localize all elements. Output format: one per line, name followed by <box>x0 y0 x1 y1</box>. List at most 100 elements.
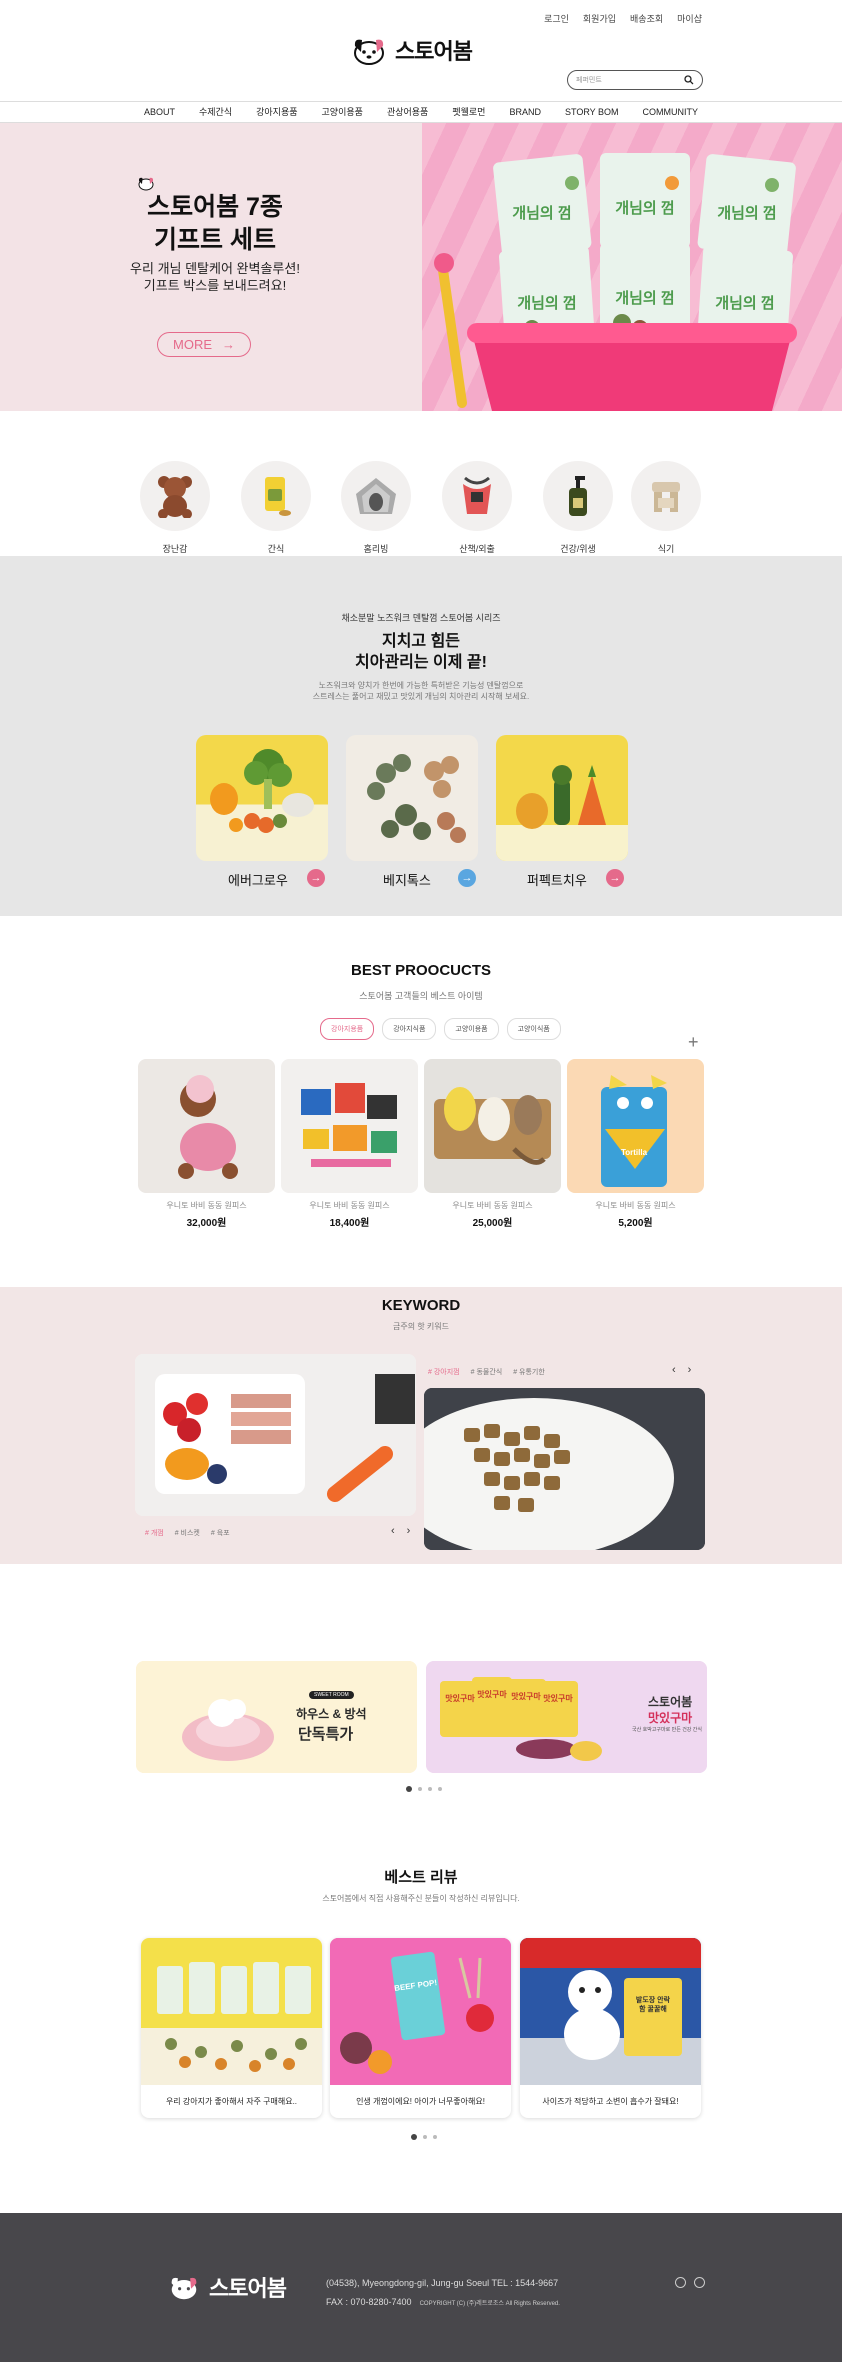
hero-banner[interactable]: 스토어봄 7종 기프트 세트 우리 개님 덴탈케어 완벽솔루션! 기프트 박스를… <box>0 123 842 411</box>
tab-cat-goods[interactable]: 고양이용품 <box>444 1018 499 1040</box>
category-health[interactable]: 건강/위생 <box>543 461 613 555</box>
nav-item-handmade-snacks[interactable]: 수제간식 <box>187 102 244 122</box>
category-snacks[interactable]: 간식 <box>241 461 311 555</box>
chevron-right-icon[interactable]: › <box>688 1364 692 1376</box>
banner-tag: SWEET ROOM <box>309 1691 354 1699</box>
hero-product-image: 개님의 껌 개님의 껌 개님의 껌 개님의 껌 개님의 껌 개님의 껌 <box>422 123 842 411</box>
category-dishes[interactable]: 식기 <box>631 461 701 555</box>
product-name: 우니토 바비 동동 원피스 <box>309 1201 390 1210</box>
promo-banner-sweet-potato[interactable]: 맛있구마 맛있구마 맛있구마 맛있구마 스토어봄 맛있구마 국산 호박고구마로 … <box>426 1661 707 1773</box>
gum-pack-label: 개님의 껌 <box>517 294 576 312</box>
arrow-right-icon[interactable]: → <box>307 869 325 887</box>
pack-label: 맛있구마 <box>477 1689 507 1699</box>
review-card[interactable]: 발도장 안락함 꿀꿀해 사이즈가 적당하고 소변이 흡수가 잘돼요! <box>520 1938 701 2118</box>
keyword-right-arrows: ‹ › <box>672 1364 691 1376</box>
keyword-tab[interactable]: # 유통기한 <box>513 1367 545 1377</box>
chevron-left-icon[interactable]: ‹ <box>672 1364 676 1376</box>
category-label: 식기 <box>657 544 675 554</box>
nav-item-story[interactable]: STORY BOM <box>553 102 631 122</box>
search-placeholder: 페퍼민트 <box>576 77 602 84</box>
product-image: Tortilla <box>567 1059 704 1193</box>
dental-title-line1: 지치고 힘든 <box>381 633 461 650</box>
pagination-dot[interactable] <box>406 1786 412 1792</box>
chevron-right-icon[interactable]: › <box>407 1525 411 1537</box>
pack-label: 맛있구마 <box>543 1693 573 1703</box>
category-home-living[interactable]: 홈리빙 <box>341 461 411 555</box>
more-plus-icon[interactable]: + <box>688 1032 699 1053</box>
tab-cat-food[interactable]: 고양이식품 <box>506 1018 561 1040</box>
arrow-right-icon[interactable]: → <box>606 869 624 887</box>
instagram-icon[interactable] <box>694 2277 705 2288</box>
product-card[interactable]: 우니토 바비 동동 원피스 32,000원 <box>138 1059 275 1229</box>
keyword-tab[interactable]: # 강아지껌 <box>428 1367 460 1377</box>
search-input[interactable]: 페퍼민트 <box>567 70 703 90</box>
search-icon[interactable] <box>684 75 694 85</box>
nav-item-cat-goods[interactable]: 고양이용품 <box>310 102 375 122</box>
product-card[interactable]: 우니토 바비 동동 원피스 25,000원 <box>424 1059 561 1229</box>
keyword-tab[interactable]: # 비스켓 <box>175 1528 200 1538</box>
pagination-dot[interactable] <box>433 2135 437 2139</box>
product-card[interactable]: Tortilla 우니토 바비 동동 원피스 5,200원 <box>567 1059 704 1229</box>
best-products-title: BEST PROOCUCTS <box>350 962 491 979</box>
dental-card-evergrow[interactable] <box>196 735 328 861</box>
login-link[interactable]: 로그인 <box>544 12 569 25</box>
dental-desc: 노즈워크와 양치가 한번에 가능한 특허받은 기능성 덴탈껌으로 스트레스는 풀… <box>0 680 842 702</box>
order-tracking-link[interactable]: 배송조회 <box>630 12 663 25</box>
review-card[interactable]: BEEF POP! 인생 개껌이에요! 아이가 너무좋아해요! <box>330 1938 511 2118</box>
nav-item-dog-goods[interactable]: 강아지용품 <box>244 102 309 122</box>
dog-badge-icon <box>138 177 154 191</box>
dental-desc-line2: 스트레스는 풀어고 재밌고 맛있게 개님의 치아관리 시작해 보세요. <box>312 692 530 701</box>
review-pagination <box>411 2134 437 2140</box>
signup-link[interactable]: 회원가입 <box>583 12 616 25</box>
pagination-dot[interactable] <box>438 1787 442 1791</box>
tab-dog-goods[interactable]: 강아지용품 <box>320 1018 375 1040</box>
footer-address: (04538), Myeongdong-gil, Jung-gu Soeul T… <box>326 2278 559 2288</box>
chevron-left-icon[interactable]: ‹ <box>391 1525 395 1537</box>
pack-label: 맛있구마 <box>445 1693 475 1703</box>
dental-card-perfect[interactable] <box>496 735 628 861</box>
pagination-dot[interactable] <box>428 1787 432 1791</box>
keyword-image-right[interactable] <box>424 1388 705 1550</box>
nav-item-community[interactable]: COMMUNITY <box>631 102 711 122</box>
product-image <box>138 1059 275 1193</box>
review-text: 인생 개껌이에요! 아이가 너무좋아해요! <box>356 2097 485 2106</box>
product-name: 우니토 바비 동동 원피스 <box>452 1201 533 1210</box>
arrow-right-icon[interactable]: → <box>458 869 476 887</box>
arrow-right-icon: → <box>222 337 235 352</box>
keyword-image-left[interactable] <box>135 1354 416 1516</box>
product-price: 25,000원 <box>472 1218 513 1229</box>
review-card[interactable]: 우리 강아지가 좋아해서 자주 구매해요.. <box>141 1938 322 2118</box>
top-links: 로그인 회원가입 배송조회 마이샵 <box>544 12 702 25</box>
hero-title-line1: 스토어봄 7종 <box>147 193 283 221</box>
category-walk[interactable]: 산책/외출 <box>442 461 512 555</box>
hero-title-line2: 기프트 세트 <box>154 226 276 254</box>
dental-label-vegitox[interactable]: 베지톡스 <box>383 870 431 889</box>
nav-item-fish-goods[interactable]: 관상어용품 <box>375 102 440 122</box>
nav-item-about[interactable]: ABOUT <box>132 102 187 122</box>
keyword-tab[interactable]: # 동물간식 <box>471 1367 503 1377</box>
best-tabs: 강아지용품 강아지식품 고양이용품 고양이식품 <box>320 1018 561 1040</box>
blog-icon[interactable] <box>675 2277 686 2288</box>
pagination-dot[interactable] <box>418 1787 422 1791</box>
dental-card-vegitox[interactable] <box>346 735 478 861</box>
nav-item-brand[interactable]: BRAND <box>497 102 553 122</box>
gift-basket-illustration: 개님의 껌 개님의 껌 개님의 껌 개님의 껌 개님의 껌 개님의 껌 <box>434 153 797 411</box>
promo-banner-house[interactable]: SWEET ROOM 하우스 & 방석 단독특가 <box>136 1661 417 1773</box>
category-toys[interactable]: 장난감 <box>140 461 210 555</box>
footer-logo[interactable]: 스토어봄 <box>168 2271 287 2303</box>
banner-right-desc: 국산 호박고구마로 만든 건강 간식 <box>632 1727 702 1733</box>
pagination-dot[interactable] <box>423 2135 427 2139</box>
dental-kicker: 채소분말 노즈워크 덴탈껌 스토어봄 시리즈 <box>341 613 501 623</box>
keyword-tab[interactable]: # 육포 <box>211 1528 230 1538</box>
hero-more-button[interactable]: MORE → <box>157 332 251 357</box>
mypage-link[interactable]: 마이샵 <box>677 12 702 25</box>
dental-label-perfect[interactable]: 퍼펙트치우 <box>527 870 587 889</box>
nav-item-pet-wellness[interactable]: 펫웰로먼 <box>440 102 497 122</box>
dental-label-evergrow[interactable]: 에버그로우 <box>228 870 288 889</box>
pagination-dot[interactable] <box>411 2134 417 2140</box>
keyword-tab[interactable]: # 개껌 <box>145 1528 164 1538</box>
logo[interactable]: 스토어봄 <box>351 34 473 66</box>
reviews-subtitle: 스토어봄에서 직접 사용해주신 분들이 작성하신 리뷰입니다. <box>322 1894 520 1903</box>
tab-dog-food[interactable]: 강아지식품 <box>382 1018 437 1040</box>
product-card[interactable]: 우니토 바비 동동 원피스 18,400원 <box>281 1059 418 1229</box>
